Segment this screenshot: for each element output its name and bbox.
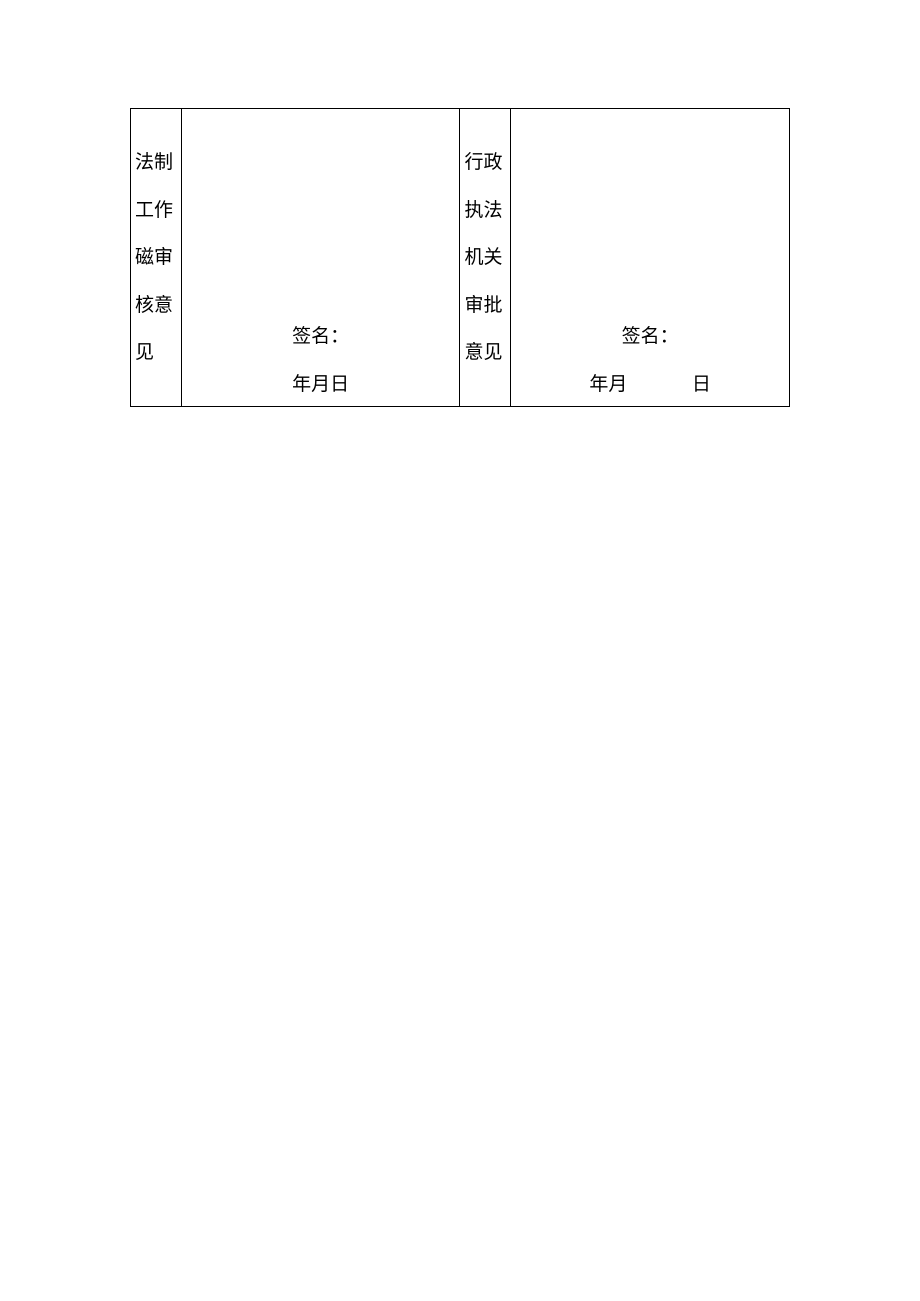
- left-label-text: 法制工作磁审核意见: [135, 152, 173, 363]
- approval-form-table: 法制工作磁审核意见 签名： 年月日 行政执法机关审批意见 签名： 年月 日: [130, 108, 790, 407]
- table-row: 法制工作磁审核意见 签名： 年月日 行政执法机关审批意见 签名： 年月 日: [131, 109, 790, 407]
- right-date-ym: 年月: [589, 369, 627, 396]
- left-date-text: 年月日: [292, 374, 349, 395]
- left-label-cell: 法制工作磁审核意见: [131, 109, 182, 407]
- left-signature-label: 签名：: [292, 326, 349, 347]
- right-signature-block: 签名：: [511, 321, 789, 348]
- left-content-cell: 签名： 年月日: [181, 109, 460, 407]
- right-content-cell: 签名： 年月 日: [511, 109, 790, 407]
- left-signature-block: 签名：: [182, 321, 460, 348]
- right-date-d: 日: [692, 369, 711, 396]
- right-signature-label: 签名：: [622, 326, 679, 347]
- right-date-block: 年月 日: [511, 369, 789, 396]
- left-date-block: 年月日: [182, 369, 460, 396]
- right-label-cell: 行政执法机关审批意见: [460, 109, 511, 407]
- right-label-text: 行政执法机关审批意见: [464, 152, 502, 363]
